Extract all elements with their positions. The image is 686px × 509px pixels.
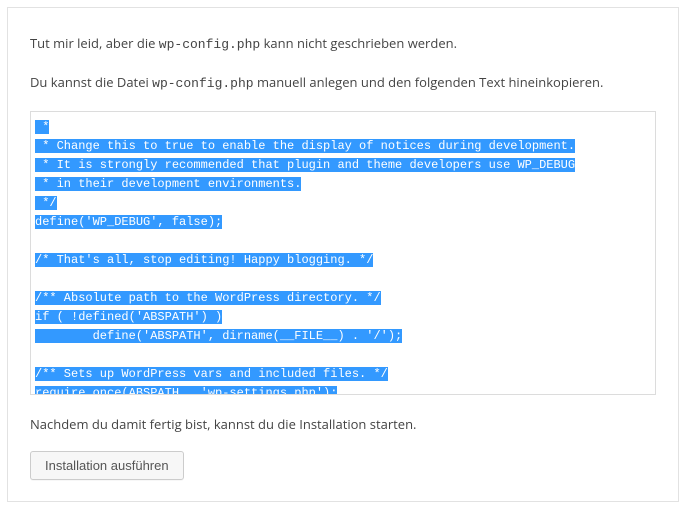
wp-config-code-1: wp-config.php [159, 37, 260, 52]
code-line: require_once(ABSPATH . 'wp-settings.php'… [35, 384, 647, 395]
code-line: if ( !defined('ABSPATH') ) [35, 308, 647, 327]
code-line [35, 270, 647, 289]
run-install-button[interactable]: Installation ausführen [30, 451, 184, 480]
instruction-text-post: manuell anlegen und den folgenden Text h… [254, 73, 604, 91]
instruction-text-pre: Du kannst die Datei [30, 73, 152, 91]
code-line: * [35, 118, 647, 137]
instruction-message: Du kannst die Datei wp-config.php manuel… [30, 73, 656, 94]
code-line: define('ABSPATH', dirname(__FILE__) . '/… [35, 327, 647, 346]
code-line: /* That's all, stop editing! Happy blogg… [35, 251, 647, 270]
post-instruction: Nachdem du damit fertig bist, kannst du … [30, 415, 656, 433]
code-line: * Change this to true to enable the disp… [35, 137, 647, 156]
install-panel: Tut mir leid, aber die wp-config.php kan… [7, 7, 679, 502]
error-text-pre: Tut mir leid, aber die [30, 34, 159, 52]
error-text-post: kann nicht geschrieben werden. [260, 34, 457, 52]
code-line: * in their development environments. [35, 175, 647, 194]
code-line [35, 232, 647, 251]
code-line [35, 346, 647, 365]
error-message: Tut mir leid, aber die wp-config.php kan… [30, 34, 656, 55]
code-line: /** Absolute path to the WordPress direc… [35, 289, 647, 308]
config-code-textarea[interactable]: * * Change this to true to enable the di… [30, 111, 656, 395]
code-line: * It is strongly recommended that plugin… [35, 156, 647, 175]
code-line: define('WP_DEBUG', false); [35, 213, 647, 232]
code-line: /** Sets up WordPress vars and included … [35, 365, 647, 384]
wp-config-code-2: wp-config.php [152, 76, 253, 91]
code-line: */ [35, 194, 647, 213]
